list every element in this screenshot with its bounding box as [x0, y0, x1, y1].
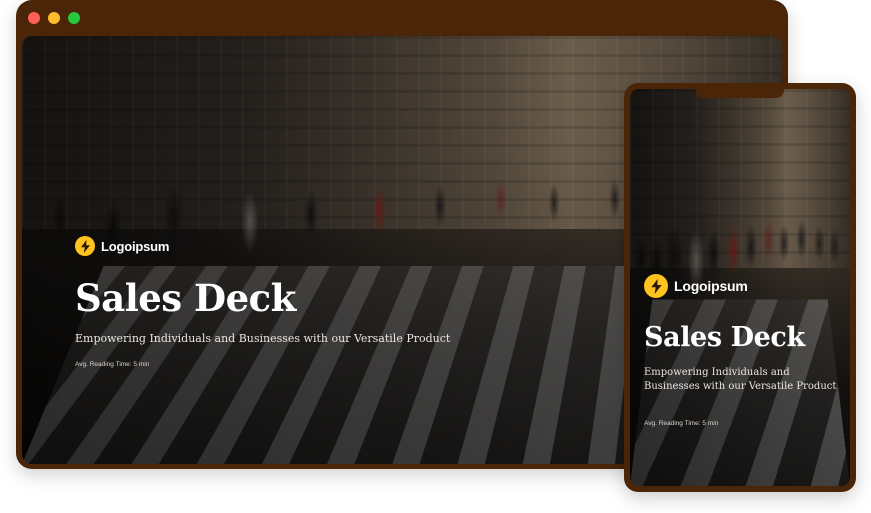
mobile-hero-screen: Logoipsum Sales Deck Empowering Individu… — [630, 89, 850, 486]
reading-time-label: Avg. Reading Time: 5 min — [644, 420, 719, 427]
page-title: Sales Deck — [644, 322, 805, 353]
phone-notch — [696, 83, 784, 98]
brand-name: Logoipsum — [674, 278, 748, 294]
lightning-bolt-icon — [75, 236, 95, 256]
lightning-bolt-icon — [644, 274, 668, 298]
reading-time-label: Avg. Reading Time: 5 min — [75, 361, 150, 368]
desktop-hero-content: Logoipsum Sales Deck Empowering Individu… — [75, 236, 450, 368]
brand-logo[interactable]: Logoipsum — [644, 274, 844, 298]
page-title: Sales Deck — [75, 276, 296, 320]
brand-logo[interactable]: Logoipsum — [75, 236, 450, 256]
mobile-hero-content: Logoipsum Sales Deck Empowering Individu… — [644, 274, 844, 427]
page-subtitle: Empowering Individuals and Businesses wi… — [75, 332, 451, 345]
minimize-window-button[interactable] — [48, 12, 60, 24]
window-controls — [28, 12, 80, 24]
device-mockup-stage: Logoipsum Sales Deck Empowering Individu… — [0, 0, 871, 513]
mobile-phone-frame: Logoipsum Sales Deck Empowering Individu… — [624, 83, 856, 492]
page-subtitle: Empowering Individuals and Businesses wi… — [644, 367, 837, 392]
close-window-button[interactable] — [28, 12, 40, 24]
maximize-window-button[interactable] — [68, 12, 80, 24]
brand-name: Logoipsum — [101, 238, 170, 254]
